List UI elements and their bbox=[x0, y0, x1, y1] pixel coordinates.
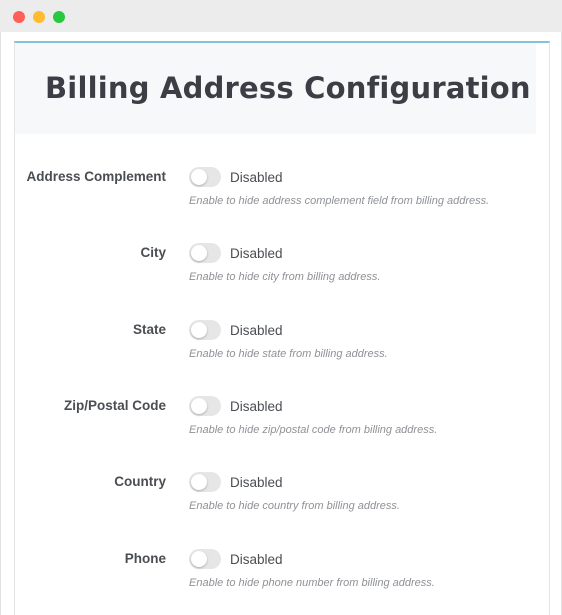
setting-help-text: Enable to hide state from billing addres… bbox=[189, 348, 388, 360]
page-frame: Billing Address Configuration Address Co… bbox=[0, 32, 562, 615]
setting-row-city: City Disabled Enable to hide city from b… bbox=[15, 238, 549, 298]
toggle-state-label: Disabled bbox=[230, 552, 283, 567]
page-title: Billing Address Configuration bbox=[45, 71, 531, 105]
country-toggle[interactable] bbox=[189, 472, 221, 492]
setting-row-address-complement: Address Complement Disabled Enable to hi… bbox=[15, 162, 549, 222]
toggle-state-label: Disabled bbox=[230, 246, 283, 261]
state-toggle[interactable] bbox=[189, 320, 221, 340]
setting-help-text: Enable to hide address complement field … bbox=[189, 195, 490, 207]
setting-help-text: Enable to hide phone number from billing… bbox=[189, 577, 435, 589]
toggle-knob bbox=[191, 245, 207, 261]
toggle-knob bbox=[191, 398, 207, 414]
toggle-state-label: Disabled bbox=[230, 323, 283, 338]
toggle-state-label: Disabled bbox=[230, 170, 283, 185]
panel-header: Billing Address Configuration bbox=[15, 43, 536, 134]
setting-label: Country bbox=[114, 474, 166, 489]
zip-postal-code-toggle[interactable] bbox=[189, 396, 221, 416]
setting-help-text: Enable to hide country from billing addr… bbox=[189, 500, 400, 512]
setting-row-phone: Phone Disabled Enable to hide phone numb… bbox=[15, 544, 549, 604]
maximize-window-button[interactable] bbox=[53, 11, 65, 23]
address-complement-toggle[interactable] bbox=[189, 167, 221, 187]
setting-label: Zip/Postal Code bbox=[63, 398, 166, 413]
setting-label: State bbox=[132, 322, 166, 337]
toggle-knob bbox=[191, 474, 207, 490]
setting-help-text: Enable to hide zip/postal code from bill… bbox=[189, 424, 438, 436]
phone-toggle[interactable] bbox=[189, 549, 221, 569]
toggle-knob bbox=[191, 551, 207, 567]
setting-label: Phone bbox=[124, 551, 166, 566]
setting-label: Address Complement bbox=[26, 169, 166, 184]
minimize-window-button[interactable] bbox=[33, 11, 45, 23]
toggle-state-label: Disabled bbox=[230, 399, 283, 414]
window-titlebar bbox=[0, 0, 562, 32]
setting-row-zip-postal-code: Zip/Postal Code Disabled Enable to hide … bbox=[15, 391, 549, 451]
setting-label: City bbox=[140, 245, 166, 260]
toggle-state-label: Disabled bbox=[230, 475, 283, 490]
setting-help-text: Enable to hide city from billing address… bbox=[189, 271, 381, 283]
setting-row-country: Country Disabled Enable to hide country … bbox=[15, 467, 549, 527]
browser-window: Billing Address Configuration Address Co… bbox=[0, 0, 562, 615]
city-toggle[interactable] bbox=[189, 243, 221, 263]
toggle-knob bbox=[191, 322, 207, 338]
billing-config-panel: Billing Address Configuration Address Co… bbox=[14, 41, 550, 615]
toggle-knob bbox=[191, 169, 207, 185]
close-window-button[interactable] bbox=[13, 11, 25, 23]
setting-row-state: State Disabled Enable to hide state from… bbox=[15, 315, 549, 375]
